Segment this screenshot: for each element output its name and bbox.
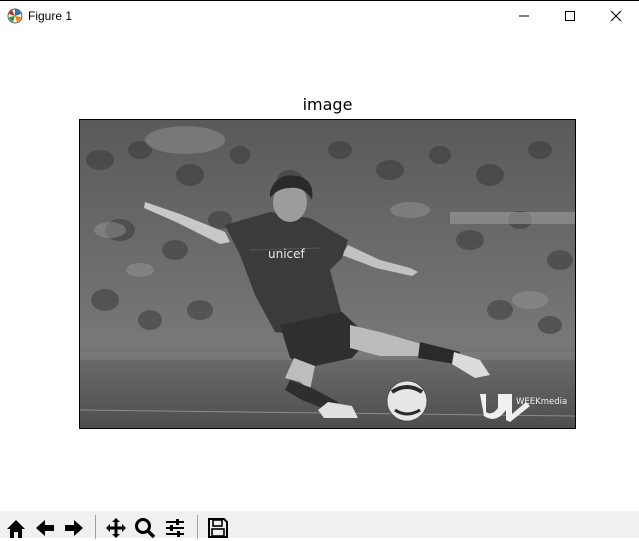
close-button[interactable] <box>593 1 639 31</box>
back-button[interactable] <box>32 515 58 541</box>
title-bar: Figure 1 <box>0 0 639 30</box>
navigation-toolbar <box>0 511 639 541</box>
axes-title: image <box>302 95 353 114</box>
pan-button[interactable] <box>103 515 129 541</box>
save-button[interactable] <box>205 515 231 541</box>
svg-text:WEEKmedia: WEEKmedia <box>516 397 567 407</box>
zoom-button[interactable] <box>132 515 158 541</box>
minimize-button[interactable] <box>501 1 547 31</box>
home-button[interactable] <box>3 515 29 541</box>
image-axes[interactable]: unicef WEEKmedia <box>79 119 576 429</box>
window-title: Figure 1 <box>28 9 73 23</box>
svg-text:unicef: unicef <box>268 247 306 261</box>
forward-button[interactable] <box>61 515 87 541</box>
toolbar-separator <box>197 515 198 539</box>
configure-subplots-button[interactable] <box>162 515 188 541</box>
matplotlib-app-icon <box>7 8 23 24</box>
grayscale-photo: unicef WEEKmedia <box>80 120 575 428</box>
toolbar-separator <box>95 515 96 539</box>
maximize-button[interactable] <box>547 1 593 31</box>
